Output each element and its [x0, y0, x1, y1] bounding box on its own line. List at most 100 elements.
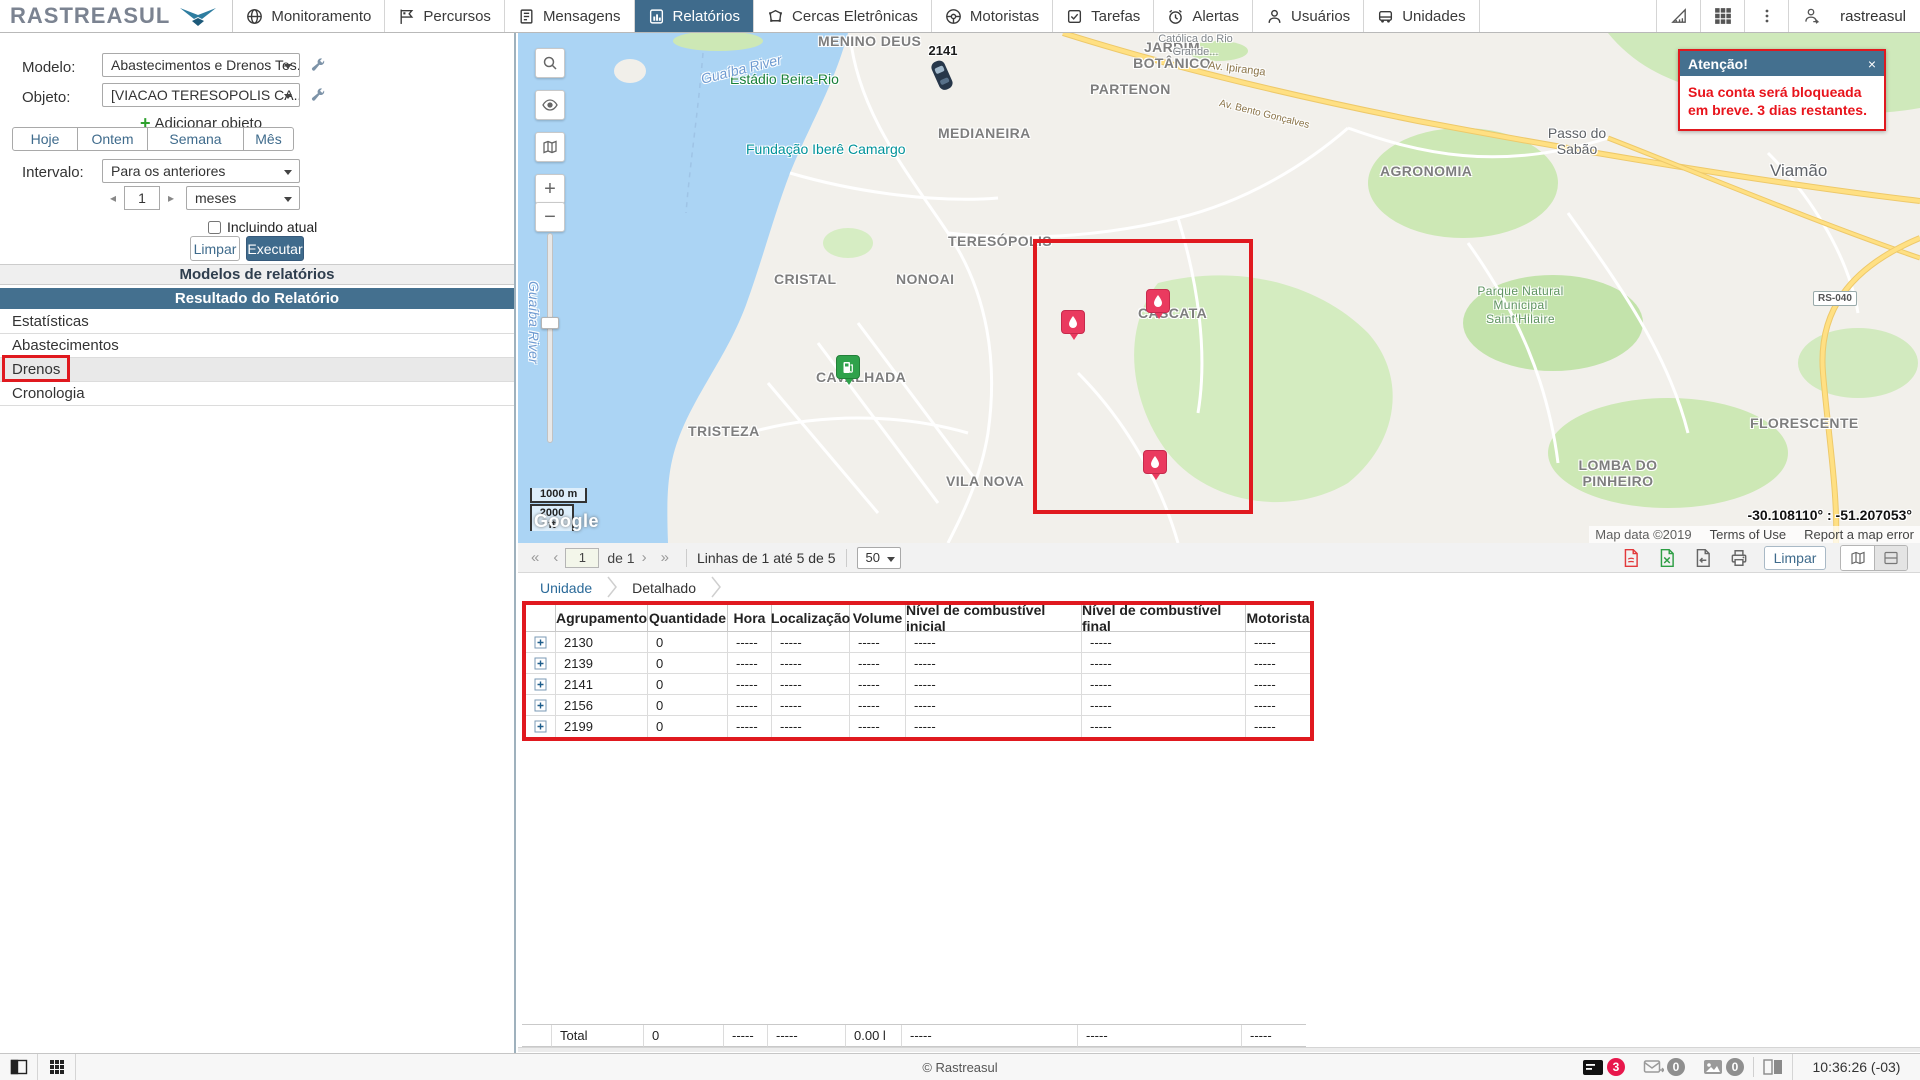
- cell-nivel-final: -----: [1082, 695, 1246, 716]
- period-unit-select[interactable]: meses: [186, 186, 300, 210]
- zoom-slider-track[interactable]: [547, 233, 553, 443]
- zoom-out-button[interactable]: −: [535, 202, 565, 232]
- tab-cercas-eletronicas[interactable]: Cercas Eletrônicas: [754, 0, 932, 32]
- next-page-button[interactable]: ›: [635, 549, 654, 566]
- export-excel-button[interactable]: [1656, 547, 1678, 569]
- cell-hora: -----: [728, 716, 772, 737]
- column-header[interactable]: Hora: [728, 605, 772, 632]
- apps-grid-button[interactable]: [1700, 0, 1744, 32]
- execute-button[interactable]: Executar: [246, 236, 304, 261]
- page-size-select[interactable]: 50: [857, 547, 901, 569]
- fence-icon: [767, 8, 784, 25]
- cell-hora: -----: [728, 653, 772, 674]
- stepper-decrement[interactable]: ◂: [110, 191, 116, 205]
- intervalo-select[interactable]: Para os anteriores: [102, 159, 300, 183]
- column-header[interactable]: Nível de combustível final: [1082, 605, 1246, 632]
- last-page-button[interactable]: »: [654, 549, 676, 566]
- objeto-settings-button[interactable]: [308, 85, 328, 105]
- row-expand-button[interactable]: [526, 695, 556, 716]
- modelo-settings-button[interactable]: [308, 55, 328, 75]
- row-expand-button[interactable]: [526, 653, 556, 674]
- column-header[interactable]: Motorista: [1246, 605, 1310, 632]
- tab-unidades[interactable]: Unidades: [1364, 0, 1479, 32]
- map-visibility-button[interactable]: [535, 90, 565, 120]
- measure-button[interactable]: [1656, 0, 1700, 32]
- split-view-toggle[interactable]: [1874, 546, 1907, 570]
- include-current-checkbox[interactable]: [208, 221, 221, 234]
- prev-page-button[interactable]: ‹: [546, 549, 565, 566]
- tab-alertas[interactable]: Alertas: [1154, 0, 1253, 32]
- report-item-drenos[interactable]: Drenos: [0, 358, 514, 382]
- modelo-select[interactable]: Abastecimentos e Drenos Tes...: [102, 53, 300, 77]
- report-item-abastecimentos[interactable]: Abastecimentos: [0, 334, 514, 358]
- tab-percursos[interactable]: Percursos: [385, 0, 505, 32]
- column-header[interactable]: Volume: [850, 605, 906, 632]
- export-pdf-button[interactable]: [1620, 547, 1642, 569]
- range-semana-button[interactable]: Semana: [148, 127, 244, 151]
- column-header[interactable]: Nível de combustível inicial: [906, 605, 1082, 632]
- cell-quantidade: 0: [648, 632, 728, 653]
- tab-usuarios[interactable]: Usuários: [1253, 0, 1364, 32]
- objeto-label: Objeto:: [22, 89, 70, 106]
- report-item-estatisticas[interactable]: Estatísticas: [0, 310, 514, 334]
- close-icon[interactable]: ×: [1868, 56, 1876, 72]
- result-section-header[interactable]: Resultado do Relatório: [0, 288, 514, 309]
- clear-form-button[interactable]: Limpar: [190, 236, 240, 261]
- flag-icon: [398, 8, 415, 25]
- row-expand-button[interactable]: [526, 632, 556, 653]
- first-page-button[interactable]: «: [524, 549, 546, 566]
- cell-volume: -----: [850, 653, 906, 674]
- stepper-increment[interactable]: ▸: [168, 191, 174, 205]
- tab-monitoramento[interactable]: Monitoramento: [233, 0, 385, 32]
- tab-motoristas[interactable]: Motoristas: [932, 0, 1053, 32]
- column-header[interactable]: Quantidade: [648, 605, 728, 632]
- range-mes-button[interactable]: Mês: [244, 127, 294, 151]
- map-label: Guaíba River: [526, 281, 542, 363]
- map-canvas[interactable]: MENINO DEUS JARDIM BOTÂNICO PARTENON MED…: [518, 33, 1920, 543]
- range-hoje-button[interactable]: Hoje: [12, 127, 78, 151]
- report-error-link[interactable]: Report a map error: [1804, 527, 1914, 542]
- zoom-in-button[interactable]: +: [535, 174, 565, 204]
- column-header[interactable]: Localização: [772, 605, 850, 632]
- zoom-slider-thumb[interactable]: [541, 317, 559, 329]
- username[interactable]: rastreasul: [1832, 0, 1920, 32]
- report-item-cronologia[interactable]: Cronologia: [0, 382, 514, 406]
- intervalo-label: Intervalo:: [22, 164, 84, 181]
- total-expand-placeholder: [522, 1025, 552, 1047]
- print-button[interactable]: [1728, 547, 1750, 569]
- map-layers-button[interactable]: [535, 132, 565, 162]
- objeto-select[interactable]: [VIACAO TERESOPOLIS CA...: [102, 83, 300, 107]
- clear-results-button[interactable]: Limpar: [1764, 546, 1826, 570]
- message-icon: [518, 8, 535, 25]
- map-search-button[interactable]: [535, 48, 565, 78]
- expand-plus-icon: [534, 657, 547, 670]
- excel-icon: [1658, 548, 1676, 568]
- more-menu-button[interactable]: [1744, 0, 1788, 32]
- models-section-header[interactable]: Modelos de relatórios: [0, 264, 514, 285]
- period-value-input[interactable]: [124, 186, 160, 210]
- page-number-input[interactable]: [565, 548, 599, 568]
- vehicle-label: 2141: [922, 43, 964, 58]
- tab-relatorios[interactable]: Relatórios: [635, 0, 755, 32]
- route-badge: RS-040: [1813, 291, 1857, 306]
- cell-volume: -----: [850, 695, 906, 716]
- row-expand-button[interactable]: [526, 716, 556, 737]
- terms-link[interactable]: Terms of Use: [1710, 527, 1787, 542]
- range-ontem-button[interactable]: Ontem: [78, 127, 148, 151]
- wrench-icon: [310, 57, 326, 73]
- cell-localizacao: -----: [772, 716, 850, 737]
- account-button[interactable]: [1788, 0, 1832, 32]
- row-expand-button[interactable]: [526, 674, 556, 695]
- tab-mensagens[interactable]: Mensagens: [505, 0, 635, 32]
- breadcrumb-unidade[interactable]: Unidade: [540, 580, 592, 596]
- account-warning-popup: Atenção! × Sua conta será bloqueada em b…: [1678, 49, 1886, 131]
- tab-tarefas[interactable]: Tarefas: [1053, 0, 1154, 32]
- cell-quantidade: 0: [648, 653, 728, 674]
- map-view-toggle[interactable]: [1841, 546, 1874, 570]
- column-header[interactable]: Agrupamento: [556, 605, 648, 632]
- user-session-icon: [1802, 7, 1820, 25]
- breadcrumb-detalhado[interactable]: Detalhado: [632, 580, 696, 596]
- fuel-marker-green[interactable]: [836, 355, 860, 379]
- folded-map-icon: [542, 139, 558, 155]
- export-file-button[interactable]: [1692, 547, 1714, 569]
